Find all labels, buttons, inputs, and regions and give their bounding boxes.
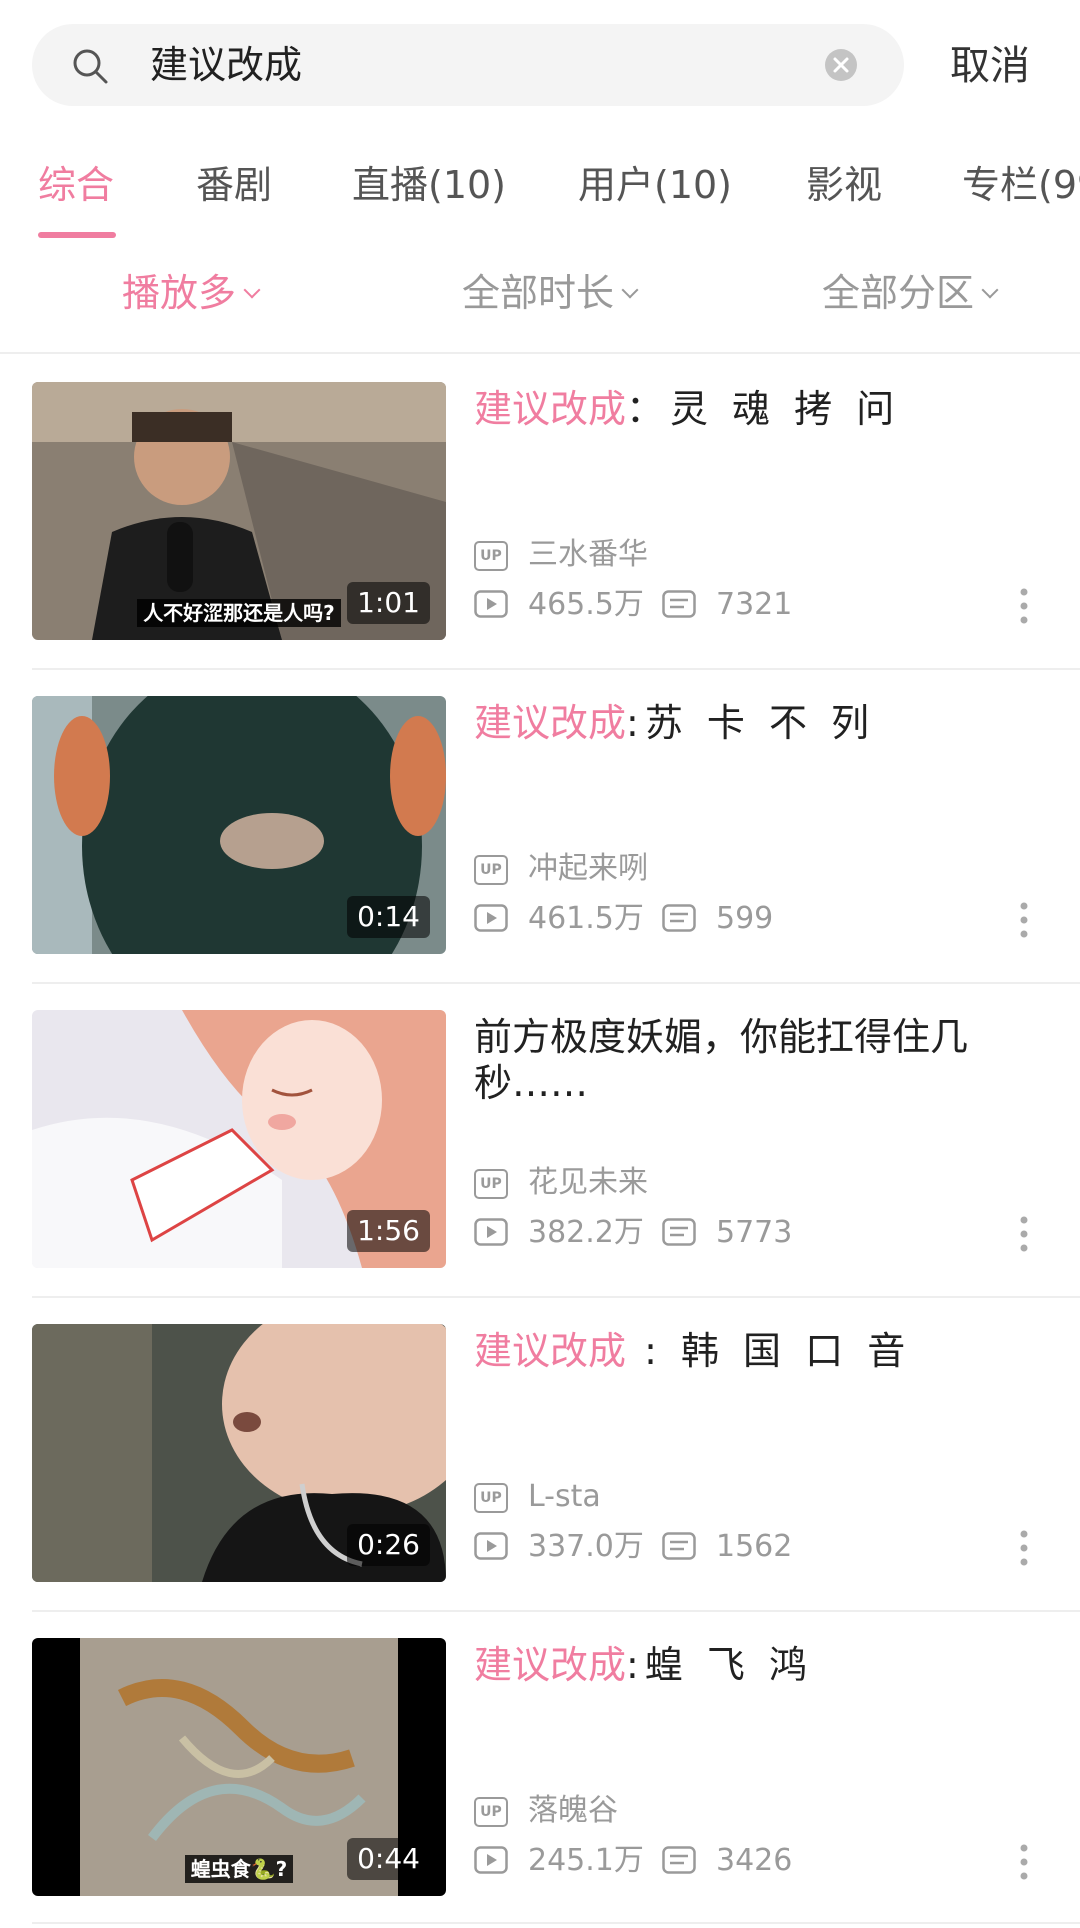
- video-stats: 337.0万 1562: [474, 1528, 1034, 1568]
- video-stats: 245.1万 3426: [474, 1842, 1034, 1882]
- uploader-name: 花见未来: [528, 1165, 648, 1200]
- chevron-down-icon: [243, 281, 261, 299]
- play-count-icon: [474, 1532, 508, 1560]
- tab-bar: 综合 番剧 直播(10) 用户(10) 影视 专栏(99: [0, 150, 1080, 240]
- divider: [32, 1610, 1080, 1612]
- tab-live[interactable]: 直播(10): [352, 160, 506, 210]
- filter-duration-label: 全部时长: [462, 271, 615, 315]
- video-item[interactable]: 0:14 建议改成:苏 卡 不 列 UP 冲起来咧 461.5万 599: [0, 672, 1080, 986]
- filter-duration[interactable]: 全部时长: [462, 268, 639, 318]
- video-stats: 461.5万 599: [474, 900, 1034, 940]
- more-options-icon[interactable]: [1012, 1842, 1036, 1882]
- chevron-down-icon: [981, 281, 999, 299]
- video-title[interactable]: 建议改成：灵 魂 拷 问: [474, 386, 1014, 432]
- danmaku-icon: [662, 1218, 696, 1246]
- video-thumbnail[interactable]: 1:56: [32, 1010, 446, 1268]
- uploader-name: 落魄谷: [528, 1793, 618, 1828]
- search-icon: [73, 49, 108, 84]
- video-duration: 0:26: [347, 1524, 430, 1566]
- view-count: 382.2万: [528, 1215, 644, 1250]
- uploader-name: L-sta: [528, 1479, 601, 1514]
- video-item[interactable]: 0:26 建议改成 : 韩 国 口 音 UP L-sta 337.0万 1562: [0, 1300, 1080, 1614]
- video-item[interactable]: 人不好涩那还是人吗? 1:01 建议改成：灵 魂 拷 问 UP 三水番华 465…: [0, 358, 1080, 672]
- danmaku-count: 7321: [716, 587, 793, 622]
- danmaku-count: 3426: [716, 1843, 793, 1878]
- video-thumbnail[interactable]: 0:14: [32, 696, 446, 954]
- danmaku-icon: [662, 1532, 696, 1560]
- video-title[interactable]: 建议改成 : 韩 国 口 音: [474, 1328, 1014, 1374]
- filter-zone[interactable]: 全部分区: [822, 268, 999, 318]
- video-stats: 465.5万 7321: [474, 586, 1034, 626]
- uploader-name: 冲起来咧: [528, 851, 648, 886]
- more-options-icon[interactable]: [1012, 1214, 1036, 1254]
- chevron-down-icon: [621, 281, 639, 299]
- clear-icon[interactable]: [824, 48, 858, 82]
- view-count: 245.1万: [528, 1843, 644, 1878]
- video-item[interactable]: 1:56 前方极度妖媚，你能扛得住几秒…… UP 花见未来 382.2万 577…: [0, 986, 1080, 1300]
- divider: [0, 352, 1080, 354]
- play-count-icon: [474, 1846, 508, 1874]
- tab-film[interactable]: 影视: [806, 160, 882, 210]
- video-duration: 0:14: [347, 896, 430, 938]
- play-count-icon: [474, 1218, 508, 1246]
- video-duration: 1:01: [347, 582, 430, 624]
- search-input[interactable]: 建议改成: [150, 41, 302, 89]
- play-count-icon: [474, 904, 508, 932]
- video-stats: 382.2万 5773: [474, 1214, 1034, 1254]
- up-badge-icon: UP: [474, 1797, 508, 1827]
- up-badge-icon: UP: [474, 1169, 508, 1199]
- up-badge-icon: UP: [474, 541, 508, 571]
- filter-zone-label: 全部分区: [822, 271, 975, 315]
- danmaku-icon: [662, 1846, 696, 1874]
- divider: [32, 982, 1080, 984]
- tab-bangumi[interactable]: 番剧: [196, 160, 272, 210]
- video-title[interactable]: 建议改成:苏 卡 不 列: [474, 700, 1014, 746]
- up-badge-icon: UP: [474, 855, 508, 885]
- danmaku-count: 599: [716, 901, 774, 936]
- up-badge-icon: UP: [474, 1483, 508, 1513]
- video-thumbnail[interactable]: 人不好涩那还是人吗? 1:01: [32, 382, 446, 640]
- divider: [32, 1296, 1080, 1298]
- video-duration: 0:44: [347, 1838, 430, 1880]
- video-thumbnail[interactable]: 0:26: [32, 1324, 446, 1582]
- video-title[interactable]: 前方极度妖媚，你能扛得住几秒……: [474, 1014, 1014, 1106]
- uploader-name: 三水番华: [528, 537, 648, 572]
- tab-all[interactable]: 综合: [38, 160, 114, 210]
- view-count: 461.5万: [528, 901, 644, 936]
- danmaku-count: 1562: [716, 1529, 793, 1564]
- tab-users[interactable]: 用户(10): [578, 160, 732, 210]
- divider: [32, 1922, 1080, 1924]
- search-bar[interactable]: 建议改成: [32, 24, 904, 106]
- filter-sort-label: 播放多: [122, 271, 237, 315]
- divider: [32, 668, 1080, 670]
- more-options-icon[interactable]: [1012, 1528, 1036, 1568]
- tab-indicator: [38, 232, 116, 238]
- more-options-icon[interactable]: [1012, 900, 1036, 940]
- play-count-icon: [474, 590, 508, 618]
- danmaku-icon: [662, 590, 696, 618]
- video-thumbnail[interactable]: 蝗虫食🐍? 0:44: [32, 1638, 446, 1896]
- video-item[interactable]: 蝗虫食🐍? 0:44 建议改成:蝗 飞 鸿 UP 落魄谷 245.1万 3426: [0, 1614, 1080, 1928]
- video-duration: 1:56: [347, 1210, 430, 1252]
- more-options-icon[interactable]: [1012, 586, 1036, 626]
- filter-sort[interactable]: 播放多: [122, 268, 261, 318]
- view-count: 337.0万: [528, 1529, 644, 1564]
- tab-articles[interactable]: 专栏(99: [962, 160, 1080, 210]
- danmaku-icon: [662, 904, 696, 932]
- view-count: 465.5万: [528, 587, 644, 622]
- video-title[interactable]: 建议改成:蝗 飞 鸿: [474, 1642, 1014, 1688]
- cancel-button[interactable]: 取消: [950, 40, 1030, 92]
- danmaku-count: 5773: [716, 1215, 793, 1250]
